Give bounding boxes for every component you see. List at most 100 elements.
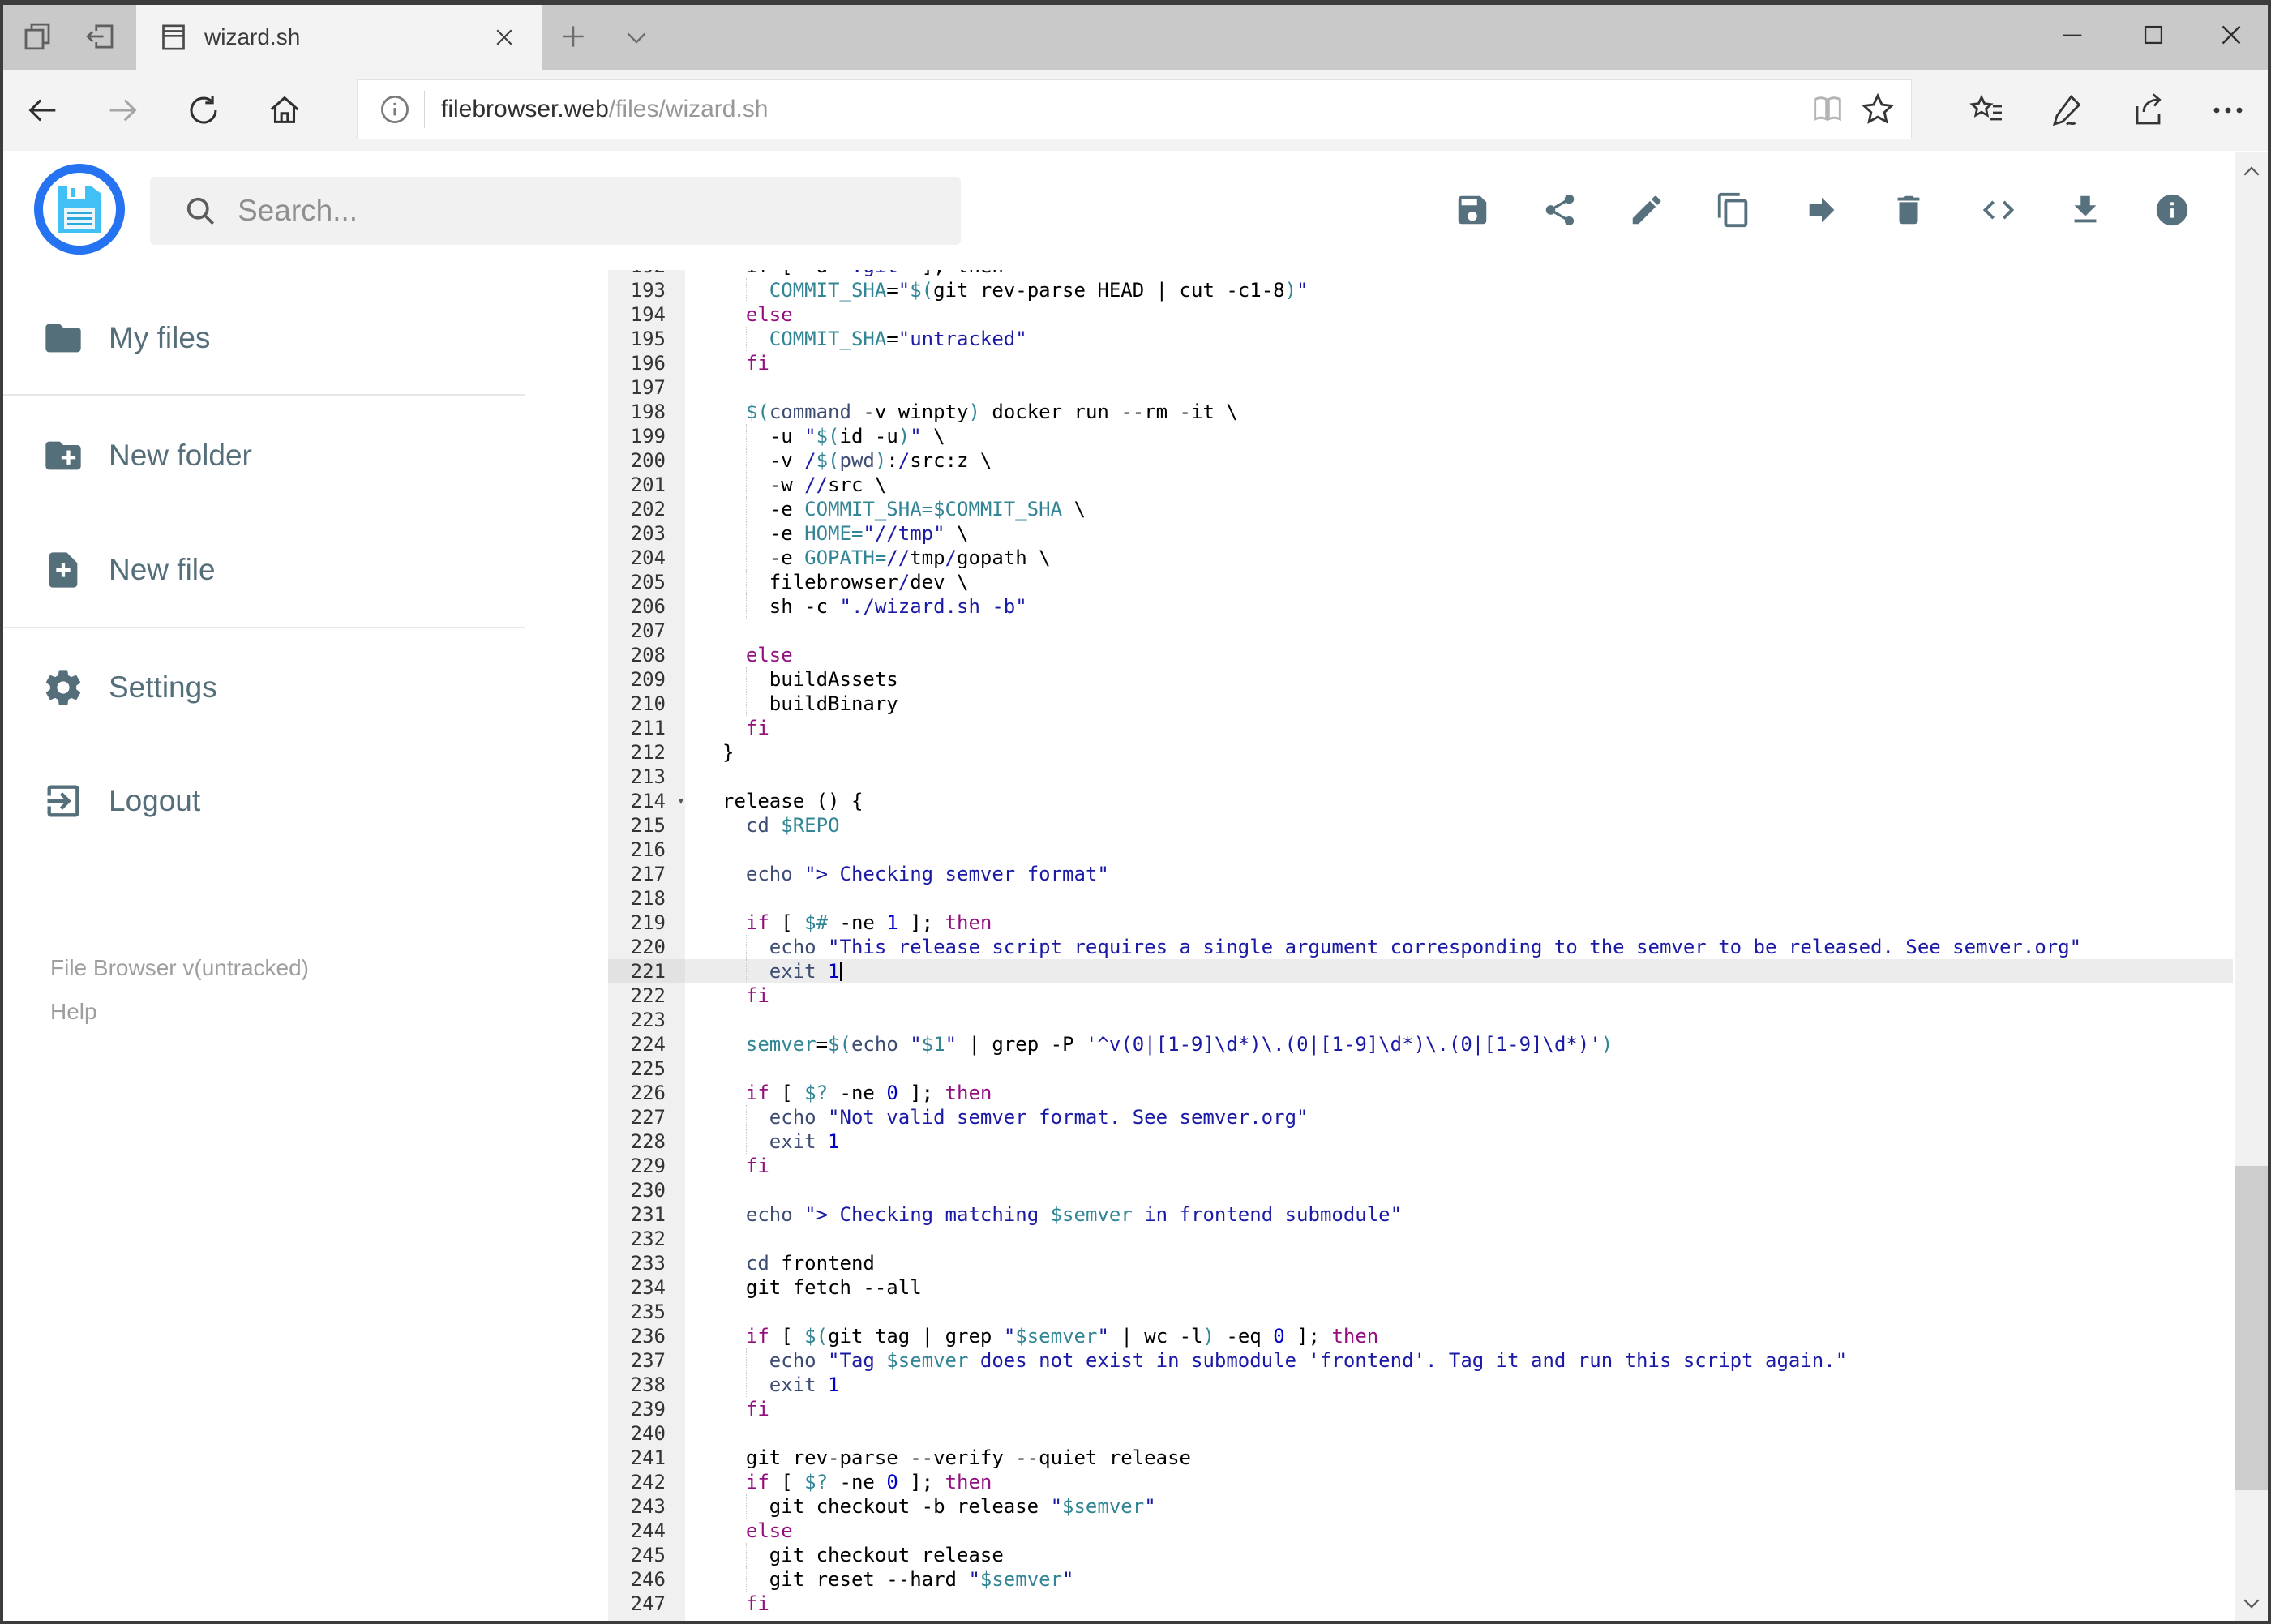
tab-close-button[interactable]: [490, 23, 519, 52]
code-line[interactable]: [685, 765, 2233, 789]
code-line[interactable]: if [ -d ".git" ]; then: [685, 270, 2233, 278]
code-line[interactable]: if [ $? -ne 0 ]; then: [685, 1470, 2233, 1494]
code-line[interactable]: COMMIT_SHA="$(git rev-parse HEAD | cut -…: [685, 278, 2233, 302]
code-line[interactable]: git rev-parse --verify --quiet release: [685, 1446, 2233, 1470]
code-line[interactable]: COMMIT_SHA="untracked": [685, 327, 2233, 351]
window-close-button[interactable]: [2195, 8, 2268, 62]
code-line[interactable]: git checkout -b release "$semver": [685, 1494, 2233, 1519]
share-file-button[interactable]: [1541, 191, 1579, 229]
sidebar-item-new-folder[interactable]: New folder: [0, 418, 584, 493]
code-line[interactable]: fi: [685, 351, 2233, 375]
code-view-button[interactable]: [1980, 191, 2017, 229]
code-line[interactable]: echo "Tag $semver does not exist in subm…: [685, 1348, 2233, 1373]
code-line[interactable]: cd frontend: [685, 1251, 2233, 1275]
code-line[interactable]: exit 1: [685, 1129, 2233, 1154]
maximize-button[interactable]: [2117, 8, 2190, 62]
code-line[interactable]: if [ $# -ne 1 ]; then: [685, 911, 2233, 935]
code-line[interactable]: -e HOME="//tmp" \: [685, 521, 2233, 546]
move-button[interactable]: [1803, 191, 1840, 229]
refresh-button[interactable]: [175, 82, 232, 139]
back-button[interactable]: [15, 82, 71, 139]
app-logo[interactable]: [34, 164, 125, 255]
add-favorite-button[interactable]: [1853, 84, 1903, 135]
code-line[interactable]: -u "$(id -u)" \: [685, 424, 2233, 448]
tab-preview-button[interactable]: [15, 16, 60, 57]
url-field[interactable]: filebrowser.web/files/wizard.sh: [357, 79, 1912, 139]
code-line[interactable]: exit 1: [685, 1373, 2233, 1397]
page-scrollbar[interactable]: [2235, 152, 2268, 1621]
delete-button[interactable]: [1890, 191, 1927, 229]
more-options-button[interactable]: [2201, 84, 2255, 136]
code-line[interactable]: -e COMMIT_SHA=$COMMIT_SHA \: [685, 497, 2233, 521]
sidebar-item-settings[interactable]: Settings: [0, 650, 584, 725]
code-line[interactable]: [685, 1056, 2233, 1081]
scroll-down-button[interactable]: [2235, 1585, 2268, 1621]
help-link[interactable]: Help: [50, 999, 97, 1025]
code-line[interactable]: [685, 1227, 2233, 1251]
code-line[interactable]: -w //src \: [685, 473, 2233, 497]
download-button[interactable]: [2067, 191, 2104, 229]
code-line[interactable]: else: [685, 302, 2233, 327]
set-aside-tabs-button[interactable]: [78, 16, 123, 57]
search-bar[interactable]: [150, 177, 961, 245]
code-line[interactable]: [685, 1008, 2233, 1032]
code-line[interactable]: [685, 1421, 2233, 1446]
fold-caret-icon[interactable]: ▾: [677, 789, 685, 813]
code-line[interactable]: git reset --hard "$semver": [685, 1567, 2233, 1592]
sidebar-item-new-file[interactable]: New file: [0, 533, 584, 607]
code-line[interactable]: buildBinary: [685, 692, 2233, 716]
code-line[interactable]: -e GOPATH=//tmp/gopath \: [685, 546, 2233, 570]
code-line[interactable]: }: [685, 740, 2233, 765]
code-line[interactable]: if [ $(git tag | grep "$semver" | wc -l)…: [685, 1324, 2233, 1348]
code-line[interactable]: [685, 886, 2233, 911]
code-line[interactable]: sh -c "./wizard.sh -b": [685, 594, 2233, 619]
code-line[interactable]: echo "> Checking matching $semver in fro…: [685, 1202, 2233, 1227]
code-line[interactable]: cd $REPO: [685, 813, 2233, 838]
code-line[interactable]: release () {: [685, 789, 2233, 813]
site-info-icon[interactable]: [377, 92, 413, 127]
code-line[interactable]: [685, 1300, 2233, 1324]
code-line[interactable]: echo "> Checking semver format": [685, 862, 2233, 886]
code-line[interactable]: filebrowser/dev \: [685, 570, 2233, 594]
browser-tab[interactable]: wizard.sh: [136, 5, 542, 70]
minimize-button[interactable]: [2036, 8, 2109, 62]
code-line[interactable]: git checkout release: [685, 1543, 2233, 1567]
forward-button[interactable]: [94, 82, 151, 139]
save-button[interactable]: [1454, 191, 1491, 229]
sidebar-item-logout[interactable]: Logout: [0, 764, 584, 838]
code-line[interactable]: fi: [685, 1592, 2233, 1616]
code-line[interactable]: [685, 1178, 2233, 1202]
tab-list-dropdown[interactable]: [616, 19, 657, 55]
new-tab-button[interactable]: [553, 16, 593, 57]
code-line[interactable]: [685, 619, 2233, 643]
sidebar-item-my-files[interactable]: My files: [0, 301, 584, 375]
code-line[interactable]: buildAssets: [685, 667, 2233, 692]
code-line[interactable]: if [ $? -ne 0 ]; then: [685, 1081, 2233, 1105]
scroll-up-button[interactable]: [2235, 154, 2268, 190]
reading-view-button[interactable]: [1802, 84, 1853, 135]
code-line[interactable]: echo "Not valid semver format. See semve…: [685, 1105, 2233, 1129]
code-line[interactable]: semver=$(echo "$1" | grep -P '^v(0|[1-9]…: [685, 1032, 2233, 1056]
code-line[interactable]: fi: [685, 1397, 2233, 1421]
code-line[interactable]: fi: [685, 983, 2233, 1008]
code-line[interactable]: exit 1: [685, 959, 2233, 983]
code-line[interactable]: [685, 375, 2233, 400]
code-line[interactable]: $(command -v winpty) docker run --rm -it…: [685, 400, 2233, 424]
code-line[interactable]: echo "This release script requires a sin…: [685, 935, 2233, 959]
edit-button[interactable]: [1628, 191, 1665, 229]
code-line[interactable]: git fetch --all: [685, 1275, 2233, 1300]
code-line[interactable]: else: [685, 643, 2233, 667]
scrollbar-thumb[interactable]: [2235, 1166, 2268, 1490]
web-notes-button[interactable]: [2040, 84, 2093, 136]
code-line[interactable]: fi: [685, 1154, 2233, 1178]
share-button[interactable]: [2122, 84, 2175, 136]
copy-button[interactable]: [1715, 191, 1752, 229]
info-button[interactable]: [2153, 191, 2191, 229]
code-line[interactable]: else: [685, 1519, 2233, 1543]
code-line[interactable]: [685, 838, 2233, 862]
home-button[interactable]: [256, 82, 313, 139]
favorites-hub-button[interactable]: [1960, 84, 2014, 136]
code-editor[interactable]: 1921931941951961971981992002012022032042…: [608, 270, 2233, 1621]
code-line[interactable]: fi: [685, 716, 2233, 740]
code-line[interactable]: -v /$(pwd):/src:z \: [685, 448, 2233, 473]
